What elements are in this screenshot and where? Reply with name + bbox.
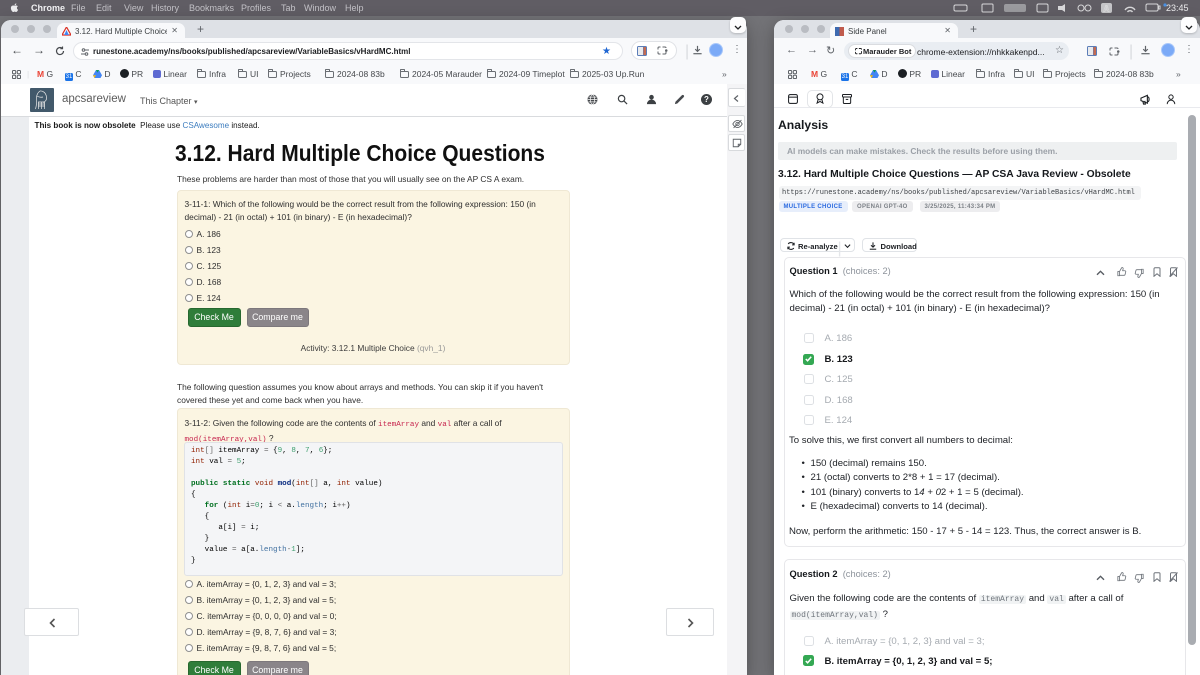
svg-text:A: A bbox=[1104, 5, 1110, 14]
